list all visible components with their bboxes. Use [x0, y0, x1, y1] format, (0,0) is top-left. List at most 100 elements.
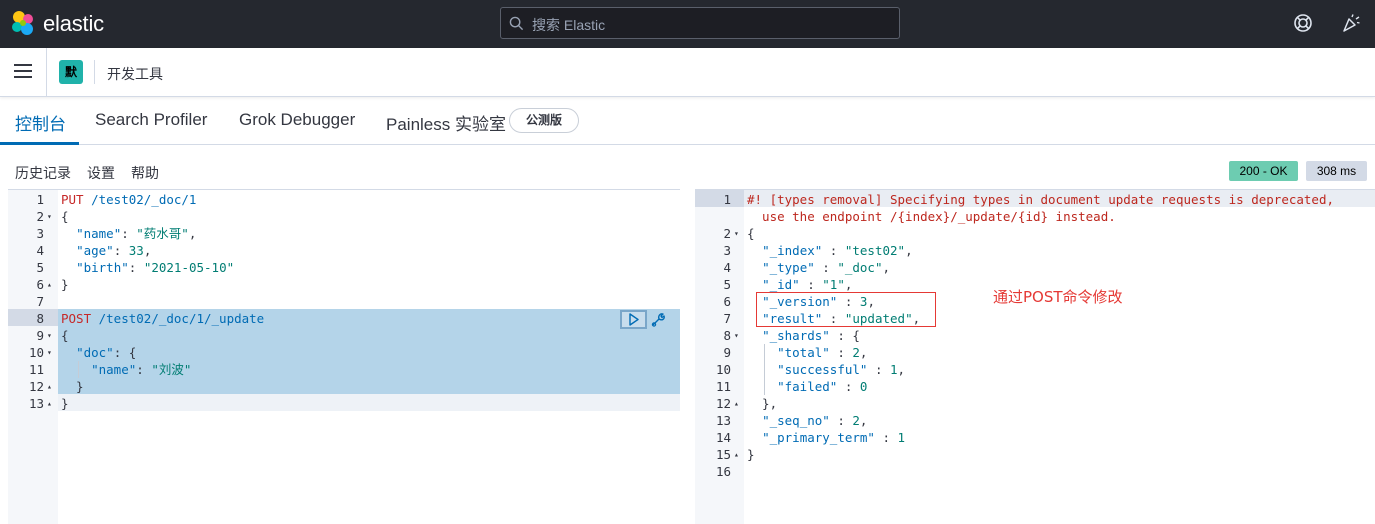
code-line: PUT /test02/_doc/1	[61, 192, 197, 207]
fold-toggle-icon[interactable]: ▾	[734, 327, 739, 344]
line-number: 11	[28, 362, 44, 377]
code-line: "_seq_no" : 2,	[762, 413, 868, 428]
divider	[94, 60, 95, 84]
line-highlight	[58, 394, 680, 411]
code-line: },	[747, 396, 778, 411]
code-line: }	[61, 379, 84, 394]
breadcrumb: 开发工具	[107, 66, 163, 82]
line-number: 2	[36, 209, 44, 224]
code-line: "name": "药水哥",	[76, 226, 197, 241]
fold-toggle-icon[interactable]: ▴	[734, 446, 739, 463]
fold-toggle-icon[interactable]: ▴	[47, 378, 52, 395]
settings-link[interactable]: 设置	[87, 163, 115, 183]
response-gutter: 1 2 ▾ 3 4 5 6 7 8 ▾ 9 10 11 12 ▴ 13 14 15 ▴ 16	[695, 190, 744, 524]
code-line: "_shards" : {	[762, 328, 860, 343]
request-editor[interactable]: 1 2 ▾ 3 4 5 6 ▴ 7 8 9 ▾ 10 ▾ 11 12 ▴ 13 ▴ PUT /test02/_doc…	[8, 189, 680, 524]
fold-toggle-icon[interactable]: ▾	[47, 208, 52, 225]
request-gutter: 1 2 ▾ 3 4 5 6 ▴ 7 8 9 ▾ 10 ▾ 11 12 ▴ 13 ▴	[8, 190, 58, 524]
line-number: 1	[36, 192, 44, 207]
space-avatar[interactable]: 默	[59, 60, 83, 84]
line-number: 16	[715, 464, 731, 479]
code-line: {	[747, 226, 755, 241]
line-number: 10	[715, 362, 731, 377]
history-link[interactable]: 历史记录	[15, 163, 71, 183]
line-number: 1	[723, 192, 731, 207]
code-line: POST /test02/_doc/1/_update	[61, 311, 265, 326]
line-number: 9	[36, 328, 44, 343]
code-line: "failed" : 0	[777, 379, 868, 394]
dev-tools-tabs: 控制台 Search Profiler Grok Debugger Painle…	[0, 98, 1375, 145]
beta-badge: 公测版	[509, 108, 579, 133]
line-number: 6	[36, 277, 44, 292]
divider	[46, 48, 47, 96]
line-number: 8	[36, 311, 44, 326]
search-icon	[509, 16, 524, 31]
fold-toggle-icon[interactable]: ▴	[734, 395, 739, 412]
brand-name[interactable]: elastic	[43, 11, 104, 37]
code-line: }	[61, 396, 69, 411]
response-editor[interactable]: 1 2 ▾ 3 4 5 6 7 8 ▾ 9 10 11 12 ▴ 13 14 15 ▴ 16 #! [types re…	[695, 189, 1375, 524]
line-number: 7	[36, 294, 44, 309]
tab-grok-debugger[interactable]: Grok Debugger	[239, 110, 355, 130]
line-number: 4	[36, 243, 44, 258]
line-number: 9	[723, 345, 731, 360]
code-line: "total" : 2,	[777, 345, 868, 360]
line-number: 3	[723, 243, 731, 258]
code-line: }	[61, 277, 69, 292]
code-line: }	[747, 447, 755, 462]
code-line: "_type" : "_doc",	[762, 260, 891, 275]
hamburger-menu-icon[interactable]	[14, 64, 32, 80]
tab-painless-lab[interactable]: Painless 实验室	[386, 110, 506, 135]
highlight-box	[756, 292, 936, 327]
breadcrumb-bar: 默 开发工具	[0, 48, 1375, 97]
line-number: 4	[723, 260, 731, 275]
code-line: "doc": {	[76, 345, 137, 360]
wrench-icon[interactable]	[650, 311, 668, 329]
fold-toggle-icon[interactable]: ▴	[47, 276, 52, 293]
send-request-button[interactable]	[620, 310, 647, 329]
line-number: 11	[715, 379, 731, 394]
global-search-input[interactable]: 搜索 Elastic	[500, 7, 900, 39]
top-header: elastic 搜索 Elastic	[0, 0, 1375, 48]
line-number: 12	[28, 379, 44, 394]
code-line: "_id" : "1",	[762, 277, 853, 292]
response-content[interactable]: #! [types removal] Specifying types in d…	[744, 190, 1375, 524]
annotation-text: 通过POST命令修改	[993, 288, 1123, 306]
line-number: 6	[723, 294, 731, 309]
elastic-logo-icon[interactable]	[10, 10, 36, 36]
code-line: "birth": "2021-05-10"	[76, 260, 235, 275]
tab-search-profiler[interactable]: Search Profiler	[95, 110, 207, 130]
line-number: 5	[723, 277, 731, 292]
line-number: 8	[723, 328, 731, 343]
line-number: 15	[715, 447, 731, 462]
deprecation-warning: use the endpoint /{index}/_update/{id} i…	[747, 209, 1116, 224]
fold-toggle-icon[interactable]: ▾	[734, 225, 739, 242]
search-placeholder: 搜索 Elastic	[532, 17, 606, 33]
active-tab-indicator	[0, 142, 79, 145]
code-line: "successful" : 1,	[777, 362, 906, 377]
code-line: {	[61, 209, 69, 224]
help-link[interactable]: 帮助	[131, 163, 159, 183]
status-badge: 200 - OK	[1229, 161, 1298, 181]
code-line: "name": "刘波"	[91, 362, 192, 377]
code-line: {	[61, 328, 69, 343]
play-icon	[629, 313, 639, 326]
line-number: 5	[36, 260, 44, 275]
tab-console[interactable]: 控制台	[15, 110, 66, 135]
deprecation-warning: #! [types removal] Specifying types in d…	[747, 192, 1334, 207]
line-number: 13	[28, 396, 44, 411]
request-content[interactable]: PUT /test02/_doc/1 { "name": "药水哥", "age…	[58, 190, 680, 524]
line-number: 3	[36, 226, 44, 241]
fold-toggle-icon[interactable]: ▾	[47, 327, 52, 344]
help-lifebuoy-icon[interactable]	[1293, 13, 1313, 33]
response-time-badge: 308 ms	[1306, 161, 1367, 181]
line-number: 13	[715, 413, 731, 428]
line-number: 2	[723, 226, 731, 241]
code-line: "age": 33,	[76, 243, 152, 258]
newsfeed-cheer-icon[interactable]	[1341, 13, 1361, 33]
code-line: "_primary_term" : 1	[762, 430, 906, 445]
line-number: 10	[28, 345, 44, 360]
fold-toggle-icon[interactable]: ▴	[47, 395, 52, 412]
fold-toggle-icon[interactable]: ▾	[47, 344, 52, 361]
code-line: "_index" : "test02",	[762, 243, 913, 258]
